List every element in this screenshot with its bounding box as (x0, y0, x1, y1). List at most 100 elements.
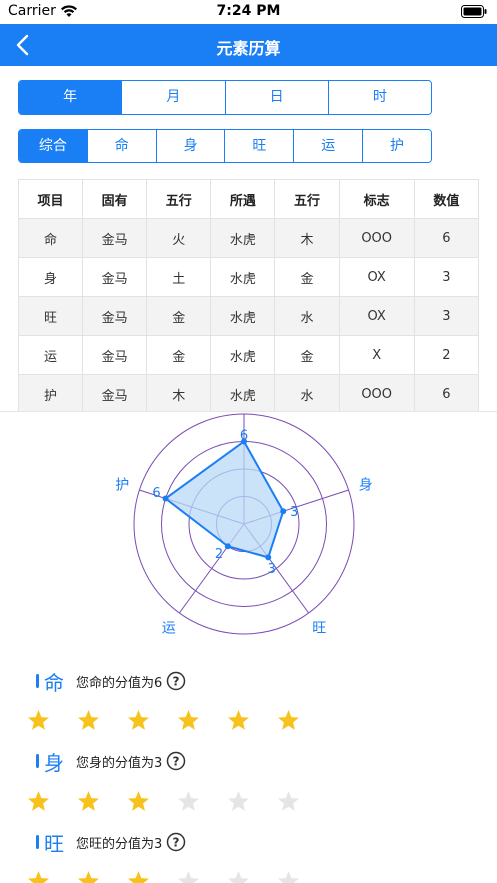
star-empty-icon (228, 791, 249, 811)
table-cell: 水虎 (210, 296, 276, 336)
table-cell: 水 (274, 296, 340, 336)
tab-yun[interactable]: 运 (294, 130, 364, 162)
table-cell: 水虎 (210, 374, 276, 412)
star-filled-icon (128, 710, 149, 730)
stars-shen (26, 789, 326, 813)
score-text: 您旺的分值为3 (76, 836, 163, 852)
star-empty-icon (228, 871, 249, 883)
table-cell: 护 (18, 374, 84, 412)
help-icon[interactable]: ? (166, 671, 186, 691)
table-cell: 土 (146, 257, 212, 297)
star-filled-icon (128, 871, 149, 883)
score-name: 旺 (44, 831, 64, 856)
help-icon[interactable]: ? (166, 751, 186, 771)
tab-month[interactable]: 月 (122, 81, 226, 114)
tab-wang[interactable]: 旺 (225, 130, 295, 162)
radar-chart: 63326命身旺运护 (115, 413, 373, 637)
table-cell: 金马 (82, 335, 148, 375)
tab-overall[interactable]: 综合 (19, 130, 88, 162)
tab-year[interactable]: 年 (19, 81, 123, 114)
star-filled-icon (278, 710, 299, 730)
score-name: 命 (44, 670, 64, 695)
table-cell: 金马 (82, 374, 148, 412)
star-filled-icon (78, 710, 99, 730)
table-cell: X (338, 335, 415, 375)
table-cell: 6 (413, 374, 479, 412)
element-table-container[interactable]: 项目 固有 五行 所遇 五行 标志 数值 命 金马 火 水虎 木 OOO 6 身… (18, 179, 479, 412)
star-empty-icon (278, 871, 299, 883)
star-empty-icon (178, 871, 199, 883)
tab-shen[interactable]: 身 (156, 130, 226, 162)
radar-axis-label: 旺 (312, 621, 326, 637)
score-text: 您命的分值为6 (76, 675, 163, 691)
header-inherent: 固有 (82, 179, 148, 219)
radar-data-point (162, 495, 169, 502)
element-table: 项目 固有 五行 所遇 五行 标志 数值 命 金马 火 水虎 木 OOO 6 身… (18, 179, 479, 412)
table-cell: 金 (146, 296, 212, 336)
table-cell: 水虎 (210, 257, 276, 297)
table-cell: 命 (18, 218, 84, 258)
stars-ming (26, 708, 326, 732)
header-element-2: 五行 (274, 179, 340, 219)
score-row-wang: 旺 您旺的分值为3 ? (36, 828, 186, 856)
clock: 7:24 PM (216, 3, 281, 19)
table-cell: 金马 (82, 218, 148, 258)
table-cell: 金 (274, 257, 340, 297)
star-filled-icon (178, 710, 199, 730)
score-row-shen: 身 您身的分值为3 ? (36, 747, 186, 775)
table-cell: 金马 (82, 257, 148, 297)
table-cell: 2 (413, 335, 479, 375)
score-row-ming: 命 您命的分值为6 ? (36, 667, 186, 695)
radar-axis-label: 身 (359, 477, 373, 493)
star-empty-icon (178, 791, 199, 811)
header-value: 数值 (413, 179, 479, 219)
star-filled-icon (78, 791, 99, 811)
score-text: 您身的分值为3 (76, 755, 163, 771)
table-cell: 水 (274, 374, 340, 412)
table-cell: 3 (413, 296, 479, 336)
radar-data-point (280, 508, 287, 515)
help-icon[interactable]: ? (166, 832, 186, 852)
radar-data-label: 2 (215, 547, 223, 562)
table-row: 运 金马 金 水虎 金 X 2 (18, 335, 479, 375)
table-row: 护 金马 木 水虎 水 OOO 6 (18, 374, 479, 412)
help-glyph: ? (173, 675, 180, 689)
stars-wang (26, 869, 326, 883)
star-filled-icon (28, 791, 49, 811)
tab-hour[interactable]: 时 (328, 81, 431, 114)
radar-axis-label: 运 (162, 621, 176, 637)
table-cell: 木 (274, 218, 340, 258)
category-tabs: 综合 命 身 旺 运 护 (18, 129, 432, 163)
radar-series-area (163, 440, 285, 559)
table-cell: 旺 (18, 296, 84, 336)
period-tabs: 年 月 日 时 (18, 80, 432, 115)
table-header-row: 项目 固有 五行 所遇 五行 标志 数值 (18, 179, 479, 219)
header-encounter: 所遇 (210, 179, 276, 219)
table-cell: 3 (413, 257, 479, 297)
star-filled-icon (78, 871, 99, 883)
radar-data-label: 3 (268, 562, 276, 577)
radar-data-label: 6 (152, 486, 160, 501)
star-filled-icon (28, 871, 49, 883)
accent-bar (36, 835, 39, 849)
header-item: 项目 (18, 179, 84, 219)
header-mark: 标志 (338, 179, 415, 219)
table-cell: 6 (413, 218, 479, 258)
tab-day[interactable]: 日 (225, 81, 329, 114)
table-cell: 水虎 (210, 218, 276, 258)
table-cell: 水虎 (210, 335, 276, 375)
radar-axis-label: 护 (115, 477, 129, 493)
radar-data-point (224, 543, 231, 550)
table-cell: OOO (338, 374, 415, 412)
tab-hu[interactable]: 护 (363, 130, 431, 162)
page-title: 元素历算 (216, 39, 281, 58)
tab-ming[interactable]: 命 (87, 130, 157, 162)
table-cell: OX (338, 296, 415, 336)
table-cell: 木 (146, 374, 212, 412)
star-filled-icon (228, 710, 249, 730)
help-glyph: ? (173, 836, 180, 850)
radar-data-label: 3 (290, 505, 298, 520)
accent-bar (36, 674, 39, 688)
table-cell: 身 (18, 257, 84, 297)
header-element: 五行 (146, 179, 212, 219)
